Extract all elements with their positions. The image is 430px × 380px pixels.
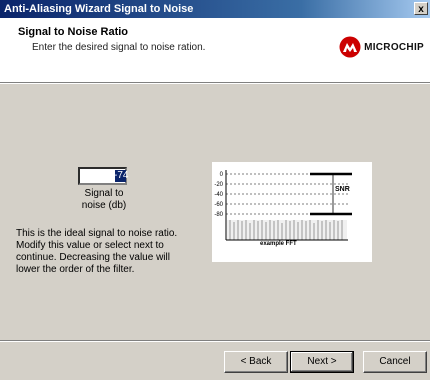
fft-tick-1: -20 [214,182,223,188]
fft-noise-floor [226,220,348,241]
fft-snr-tag: SNR [335,186,350,193]
close-button[interactable]: x [414,2,428,15]
cancel-button[interactable]: Cancel [363,351,427,373]
header-divider [0,83,430,84]
wizard-header: Signal to Noise Ratio Enter the desired … [0,18,430,83]
fft-tick-3: -60 [214,202,223,208]
fft-tick-4: -80 [214,212,223,218]
page-title: Signal to Noise Ratio [18,26,129,38]
example-fft-image: 0 -20 -40 -60 -80 SNR [212,162,372,262]
fft-caption: example FFT [260,241,297,247]
logo-text: MICROCHIP [364,41,424,53]
next-button[interactable]: Next > [290,351,354,373]
microchip-logo-icon [339,36,361,58]
snr-label-line2: noise (db) [81,200,127,211]
snr-label: Signal to noise (db) [72,188,136,212]
microchip-logo: MICROCHIP [339,36,424,58]
fft-tick-2: -40 [214,192,223,198]
footer-divider [0,340,430,342]
window-title: Anti-Aliasing Wizard Signal to Noise [4,3,194,15]
back-button[interactable]: < Back [224,351,288,373]
snr-label-line1: Signal to [84,188,124,199]
title-bar: Anti-Aliasing Wizard Signal to Noise x [0,0,430,18]
description-text: This is the ideal signal to noise ratio.… [16,228,178,275]
fft-graphic: 0 -20 -40 -60 -80 SNR [212,162,372,262]
snr-input-value: -74 [114,170,129,181]
page-subtitle: Enter the desired signal to noise ration… [32,42,206,53]
